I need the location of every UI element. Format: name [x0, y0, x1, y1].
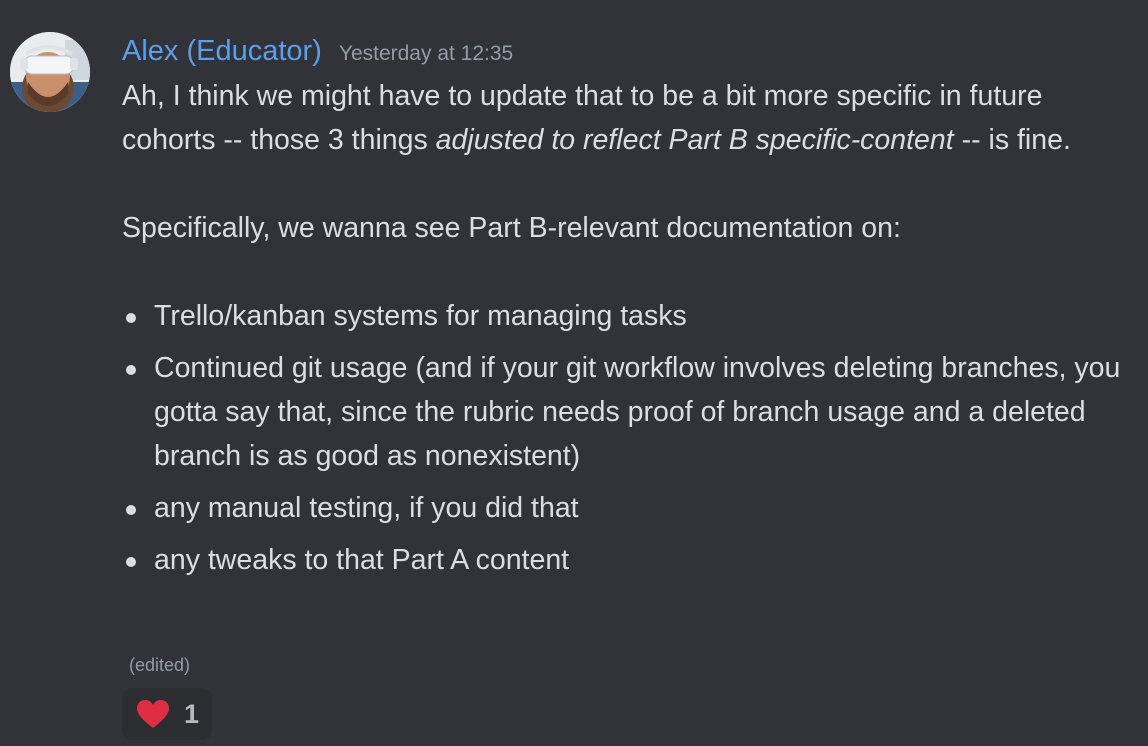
reaction-button-heart[interactable]: 1 [122, 688, 212, 740]
list-item: any tweaks to that Part A content [122, 538, 1122, 582]
chat-message: Alex (Educator) Yesterday at 12:35 Ah, I… [0, 0, 1148, 746]
author-name[interactable]: Alex (Educator) [122, 32, 322, 70]
message-header: Alex (Educator) Yesterday at 12:35 [122, 32, 513, 72]
bullet-icon [126, 505, 136, 515]
list-item-text: any manual testing, if you did that [154, 492, 579, 524]
intro-text-2: -- is fine. [953, 124, 1071, 156]
list-item-text: any tweaks to that Part A content [154, 544, 570, 576]
list-item: any manual testing, if you did that [122, 486, 1122, 530]
bullet-icon [126, 557, 136, 567]
intro-emphasis: adjusted to reflect Part B specific-cont… [435, 124, 954, 156]
message-content: Ah, I think we might have to update that… [122, 74, 1122, 590]
edited-label: (edited) [129, 655, 191, 675]
message-timestamp[interactable]: Yesterday at 12:35 [339, 35, 513, 73]
avatar-image [10, 32, 90, 112]
user-avatar[interactable] [10, 32, 90, 112]
intro-paragraph: Ah, I think we might have to update that… [122, 74, 1122, 162]
lead-paragraph: Specifically, we wanna see Part B-releva… [122, 212, 901, 244]
heart-icon [137, 700, 169, 728]
list-item-text: Trello/kanban systems for managing tasks [154, 300, 687, 332]
bullet-list: Trello/kanban systems for managing tasks… [122, 294, 1122, 582]
list-item: Trello/kanban systems for managing tasks [122, 294, 1122, 338]
list-item-text: Continued git usage (and if your git wor… [154, 352, 1121, 472]
bullet-icon [126, 313, 136, 323]
reaction-count: 1 [184, 699, 200, 729]
list-item: Continued git usage (and if your git wor… [122, 346, 1122, 478]
bullet-icon [126, 365, 136, 375]
